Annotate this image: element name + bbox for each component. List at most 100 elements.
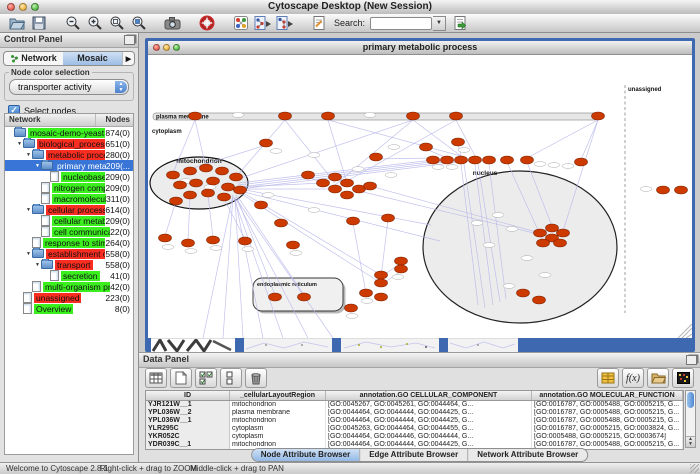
zoom-fit-icon[interactable] bbox=[108, 15, 125, 31]
minimize-button[interactable] bbox=[19, 3, 27, 11]
delete-attribute-icon[interactable] bbox=[245, 368, 267, 388]
network-node[interactable] bbox=[329, 185, 342, 193]
tab-edge-attribute-browser[interactable]: Edge Attribute Browser bbox=[360, 449, 468, 461]
network-node[interactable] bbox=[420, 143, 433, 151]
network-node[interactable] bbox=[534, 229, 547, 237]
tree-expander-icon[interactable]: ▼ bbox=[25, 207, 32, 213]
tree-expander-icon[interactable]: ▼ bbox=[25, 251, 32, 257]
select-attributes-icon[interactable] bbox=[195, 368, 217, 388]
scrollbar-arrows[interactable]: ▲▼ bbox=[686, 436, 695, 447]
search-dropdown-button[interactable]: ▼ bbox=[433, 16, 446, 31]
network-edge[interactable] bbox=[381, 220, 388, 277]
network-node[interactable] bbox=[407, 112, 420, 120]
network-node[interactable] bbox=[222, 183, 235, 191]
network-node[interactable] bbox=[395, 265, 408, 273]
network-node[interactable] bbox=[302, 171, 315, 179]
tree-row-macromolecule[interactable]: macromolecule311(0) bbox=[5, 193, 133, 204]
network-node[interactable] bbox=[441, 156, 454, 164]
tree-row-multi-organism-pro[interactable]: multi-organism pro42(0) bbox=[5, 281, 133, 292]
network-node[interactable] bbox=[452, 138, 465, 146]
network-view-titlebar[interactable]: primary metabolic process bbox=[148, 41, 692, 55]
tree-row-mosaic-demo-yeast[interactable]: mosaic-demo-yeast874(0) bbox=[5, 127, 133, 138]
network-node[interactable] bbox=[427, 156, 440, 164]
network-edge[interactable] bbox=[353, 223, 366, 293]
network-node[interactable] bbox=[675, 186, 688, 194]
network-node[interactable] bbox=[275, 219, 288, 227]
network-edge[interactable] bbox=[238, 120, 413, 179]
tree-column-nodes[interactable]: Nodes bbox=[96, 114, 133, 126]
import-table-icon[interactable] bbox=[597, 368, 619, 388]
network-node[interactable] bbox=[255, 201, 268, 209]
network-node[interactable] bbox=[347, 217, 360, 225]
column-header[interactable]: annotation.GO MOLECULAR_FUNCTION bbox=[532, 391, 683, 400]
network-edge[interactable] bbox=[376, 158, 433, 159]
open-icon[interactable] bbox=[8, 15, 25, 31]
annotation-icon[interactable] bbox=[310, 15, 327, 31]
network-node[interactable] bbox=[575, 158, 588, 166]
matrix-icon[interactable] bbox=[672, 368, 694, 388]
table-row[interactable]: YLR295Ccytoplasm[GO:0045263, GO:0044464,… bbox=[146, 425, 683, 433]
zoom-button[interactable] bbox=[31, 3, 39, 11]
network-node[interactable] bbox=[341, 179, 354, 187]
network-view-frame[interactable]: primary metabolic process plasma membran… bbox=[145, 38, 695, 352]
network-edge[interactable] bbox=[581, 120, 598, 160]
column-header[interactable]: _cellularLayoutRegion bbox=[230, 391, 326, 400]
tree-row-secretion[interactable]: secretion41(0) bbox=[5, 270, 133, 281]
network-node[interactable] bbox=[517, 289, 530, 297]
tree-row-unassigned[interactable]: unassigned223(0) bbox=[5, 292, 133, 303]
network-edge[interactable] bbox=[527, 120, 598, 158]
network-node[interactable] bbox=[207, 236, 220, 244]
network-node[interactable] bbox=[450, 112, 463, 120]
network-node[interactable] bbox=[469, 156, 482, 164]
network-node[interactable] bbox=[239, 237, 252, 245]
import-icon[interactable] bbox=[451, 15, 468, 31]
network-node[interactable] bbox=[202, 189, 215, 197]
tree-expander-icon[interactable]: ▼ bbox=[25, 152, 32, 158]
network-edge[interactable] bbox=[328, 120, 461, 156]
help-ring-icon[interactable] bbox=[198, 15, 215, 31]
network-node[interactable] bbox=[657, 186, 670, 194]
float-panel-icon[interactable] bbox=[124, 35, 135, 45]
network-node[interactable] bbox=[329, 173, 342, 181]
network-node[interactable] bbox=[182, 239, 195, 247]
network-node[interactable] bbox=[190, 179, 203, 187]
tree-row-cell-communicat[interactable]: cell communicat22(0) bbox=[5, 226, 133, 237]
tab-mosaic[interactable]: Mosaic bbox=[63, 52, 122, 65]
float-panel-icon[interactable] bbox=[686, 355, 697, 365]
zoom-selected-region-icon[interactable] bbox=[130, 15, 147, 31]
column-header[interactable]: annotation.GO CELLULAR_COMPONENT bbox=[326, 391, 532, 400]
network-node[interactable] bbox=[533, 296, 546, 304]
network-node[interactable] bbox=[230, 173, 243, 181]
frame-zoom-button[interactable] bbox=[173, 44, 180, 51]
network-node[interactable] bbox=[317, 179, 330, 187]
network-node[interactable] bbox=[546, 224, 559, 232]
network-edge[interactable] bbox=[165, 201, 176, 236]
network-node[interactable] bbox=[167, 171, 180, 179]
tab-network-attribute-browser[interactable]: Network Attribute Browser bbox=[468, 449, 587, 461]
network-edge[interactable] bbox=[335, 120, 413, 185]
network-node[interactable] bbox=[592, 112, 605, 120]
network-node[interactable] bbox=[483, 156, 496, 164]
tree-expander-icon[interactable]: ▼ bbox=[34, 163, 41, 169]
network-node[interactable] bbox=[234, 186, 247, 194]
node-color-dropdown[interactable]: transporter activity ▲▼ bbox=[9, 79, 129, 95]
tree-row-biological-process[interactable]: ▼biological_process651(0) bbox=[5, 138, 133, 149]
network-node[interactable] bbox=[159, 234, 172, 242]
frame-minimize-button[interactable] bbox=[163, 44, 170, 51]
network-edge[interactable] bbox=[413, 120, 461, 156]
network-node[interactable] bbox=[174, 181, 187, 189]
network-node[interactable] bbox=[501, 156, 514, 164]
tab-node-attribute-browser[interactable]: Node Attribute Browser bbox=[252, 449, 361, 461]
zoom-in-icon[interactable] bbox=[86, 15, 103, 31]
network-node[interactable] bbox=[375, 293, 388, 301]
network-node[interactable] bbox=[170, 197, 183, 205]
network-node[interactable] bbox=[279, 112, 292, 120]
network-node[interactable] bbox=[269, 293, 282, 301]
search-input[interactable] bbox=[370, 17, 432, 30]
column-header[interactable]: ID bbox=[146, 391, 230, 400]
canvas-resize-grip[interactable] bbox=[686, 334, 692, 338]
tab-network[interactable]: Network bbox=[4, 52, 63, 65]
network-node[interactable] bbox=[537, 239, 550, 247]
network-node[interactable] bbox=[521, 156, 534, 164]
tree-row-metabolic-process[interactable]: ▼metabolic process280(0) bbox=[5, 149, 133, 160]
